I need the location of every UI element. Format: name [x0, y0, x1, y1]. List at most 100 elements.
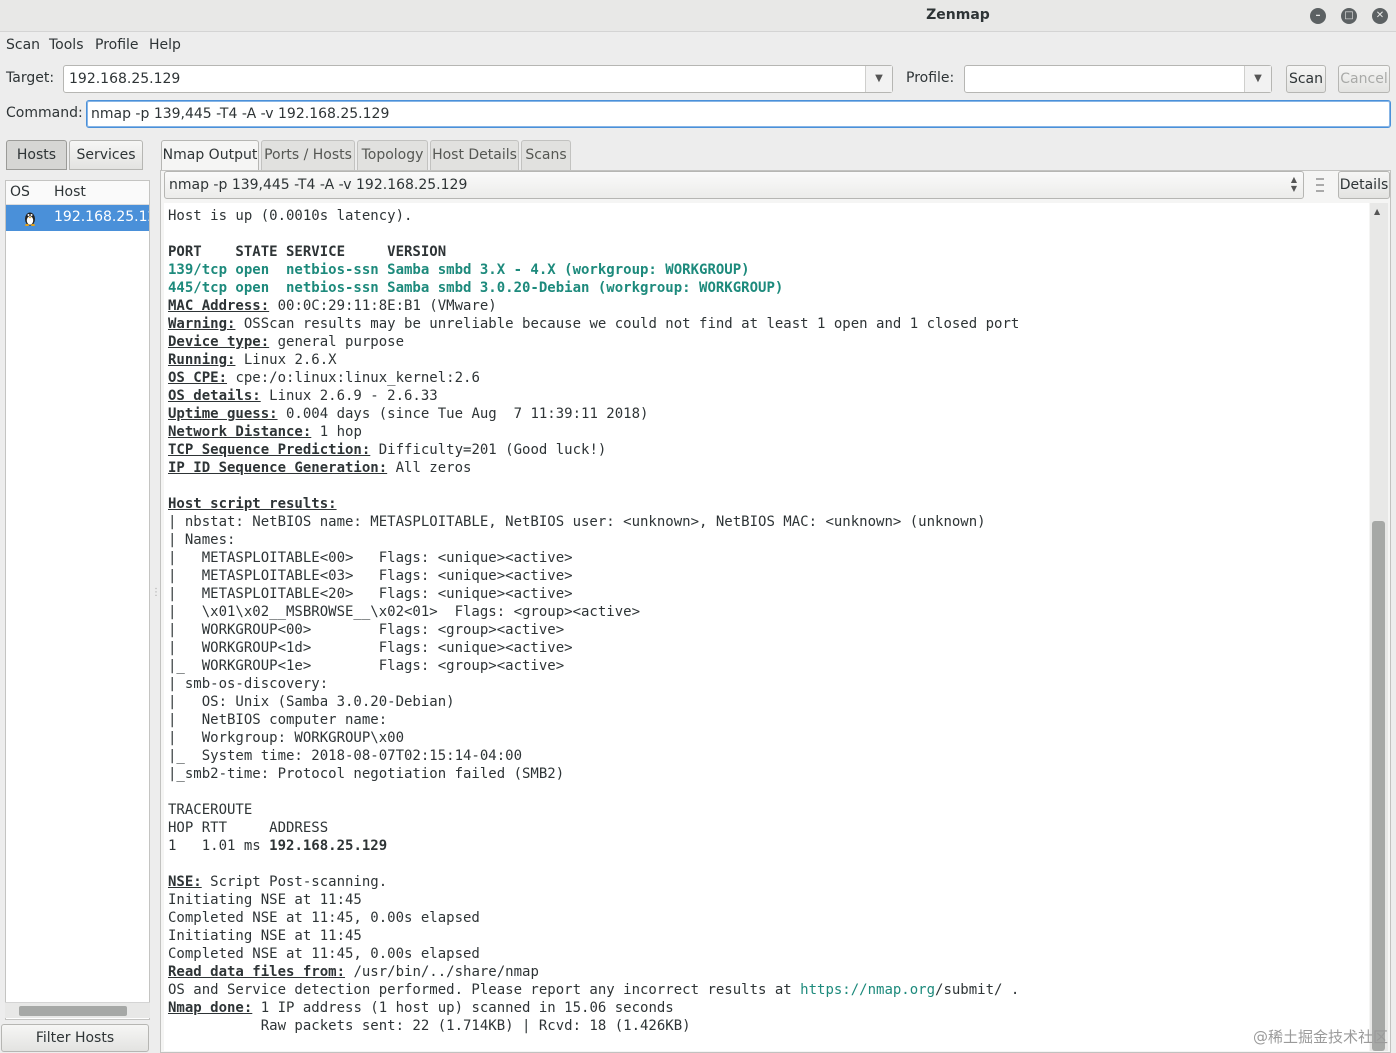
output-line: Nmap done: 1 IP address (1 host up) scan… — [168, 999, 1019, 1017]
scroll-up-icon[interactable]: ▲ — [1374, 207, 1380, 216]
output-line: 445/tcp open netbios-ssn Samba smbd 3.0.… — [168, 279, 1019, 297]
output-line: Raw packets sent: 22 (1.714KB) | Rcvd: 1… — [168, 1017, 1019, 1035]
output-text: | METASPLOITABLE<00> Flags: <unique><act… — [168, 550, 573, 566]
output-line: | nbstat: NetBIOS name: METASPLOITABLE, … — [168, 513, 1019, 531]
output-line: | Workgroup: WORKGROUP\x00 — [168, 729, 1019, 747]
output-line: | smb-os-discovery: — [168, 675, 1019, 693]
output-key: Warning: — [168, 316, 236, 332]
output-text: Initiating NSE at 11:45 — [168, 892, 362, 908]
scan-history-select[interactable]: nmap -p 139,445 -T4 -A -v 192.168.25.129… — [164, 171, 1304, 199]
output-text: | nbstat: NetBIOS name: METASPLOITABLE, … — [168, 514, 986, 530]
host-row[interactable]: 192.168.25.129 — [6, 205, 149, 231]
cancel-button[interactable]: Cancel — [1338, 65, 1390, 93]
column-host[interactable]: Host — [54, 184, 86, 200]
host-list: OS Host 192.168.25.129 — [5, 180, 150, 1020]
output-text: /usr/bin/../share/nmap — [345, 964, 539, 980]
host-ip: 192.168.25.129 — [54, 209, 149, 225]
target-value[interactable]: 192.168.25.129 — [69, 71, 180, 87]
filter-hosts-button[interactable]: Filter Hosts — [1, 1024, 149, 1052]
command-value[interactable]: nmap -p 139,445 -T4 -A -v 192.168.25.129 — [91, 106, 389, 122]
tab-topology[interactable]: Topology — [357, 140, 428, 170]
output-line: Completed NSE at 11:45, 0.00s elapsed — [168, 909, 1019, 927]
output-line: Completed NSE at 11:45, 0.00s elapsed — [168, 945, 1019, 963]
scan-button[interactable]: Scan — [1286, 65, 1326, 93]
output-key: IP ID Sequence Generation: — [168, 460, 388, 476]
output-text: Completed NSE at 11:45, 0.00s elapsed — [168, 946, 480, 962]
command-input[interactable]: nmap -p 139,445 -T4 -A -v 192.168.25.129 — [86, 100, 1391, 128]
output-line: | OS: Unix (Samba 3.0.20-Debian) — [168, 693, 1019, 711]
updown-arrows-icon[interactable]: ▲ ▼ — [1291, 175, 1297, 193]
output-line: | WORKGROUP<00> Flags: <group><active> — [168, 621, 1019, 639]
tab-nmap-output[interactable]: Nmap Output — [161, 140, 259, 171]
scrollbar-thumb[interactable] — [1372, 521, 1385, 1051]
output-key: Nmap done: — [168, 1000, 253, 1016]
output-line: OS and Service detection performed. Plea… — [168, 981, 1019, 999]
output-key: Device type: — [168, 334, 270, 350]
output-line: | METASPLOITABLE<03> Flags: <unique><act… — [168, 567, 1019, 585]
target-label: Target: — [6, 70, 55, 86]
host-list-hscrollbar[interactable] — [5, 1002, 150, 1018]
output-key: OS CPE: — [168, 370, 228, 386]
output-text: OS and Service detection performed. Plea… — [168, 982, 801, 998]
scan-history-value[interactable]: nmap -p 139,445 -T4 -A -v 192.168.25.129 — [169, 177, 467, 193]
output-line: IP ID Sequence Generation: All zeros — [168, 459, 1019, 477]
output-line: | METASPLOITABLE<20> Flags: <unique><act… — [168, 585, 1019, 603]
output-text: | METASPLOITABLE<03> Flags: <unique><act… — [168, 568, 573, 584]
output-line: | WORKGROUP<1d> Flags: <unique><active> — [168, 639, 1019, 657]
output-line: NSE: Script Post-scanning. — [168, 873, 1019, 891]
output-line: 139/tcp open netbios-ssn Samba smbd 3.X … — [168, 261, 1019, 279]
output-text: Difficulty=201 (Good luck!) — [370, 442, 607, 458]
tab-ports-hosts[interactable]: Ports / Hosts — [261, 140, 355, 170]
profile-combo[interactable]: ▼ — [964, 65, 1272, 93]
menu-profile[interactable]: Profile — [95, 37, 139, 53]
menu-help[interactable]: Help — [149, 37, 181, 53]
output-key: TCP Sequence Prediction: — [168, 442, 371, 458]
output-text: | smb-os-discovery: — [168, 676, 329, 692]
output-text: 1 hop — [311, 424, 362, 440]
output-line: | \x01\x02__MSBROWSE__\x02<01> Flags: <g… — [168, 603, 1019, 621]
output-line: Host script results: — [168, 495, 1019, 513]
output-line: Running: Linux 2.6.X — [168, 351, 1019, 369]
chevron-down-icon[interactable]: ▼ — [865, 66, 892, 92]
output-link[interactable]: https://nmap.org — [800, 982, 935, 998]
details-button[interactable]: Details — [1338, 171, 1390, 199]
maximize-icon[interactable]: □ — [1341, 8, 1357, 24]
output-text: Initiating NSE at 11:45 — [168, 928, 362, 944]
output-line: TRACEROUTE — [168, 801, 1019, 819]
nmap-output-text[interactable]: Host is up (0.0010s latency). PORT STATE … — [164, 203, 1369, 1051]
output-vscrollbar[interactable]: ▲ — [1370, 203, 1388, 1051]
output-key: Read data files from: — [168, 964, 346, 980]
output-text: TRACEROUTE — [168, 802, 253, 818]
chevron-down-icon[interactable]: ▼ — [1244, 66, 1271, 92]
output-text: 139/tcp open netbios-ssn Samba smbd 3.X … — [168, 262, 750, 278]
output-bold-text: 192.168.25.129 — [269, 838, 388, 854]
menu-scan[interactable]: Scan — [6, 37, 40, 53]
close-icon[interactable]: ✕ — [1372, 8, 1388, 24]
output-line: Uptime guess: 0.004 days (since Tue Aug … — [168, 405, 1019, 423]
column-os[interactable]: OS — [10, 184, 30, 200]
menu-tools[interactable]: Tools — [49, 37, 84, 53]
output-key: OS details: — [168, 388, 261, 404]
scrollbar-thumb[interactable] — [19, 1006, 127, 1016]
output-line: | NetBIOS computer name: — [168, 711, 1019, 729]
linux-penguin-icon — [25, 212, 35, 226]
command-label: Command: — [6, 105, 83, 121]
output-line: Warning: OSScan results may be unreliabl… — [168, 315, 1019, 333]
minimize-icon[interactable]: – — [1310, 8, 1326, 24]
output-text: 00:0C:29:11:8E:B1 (VMware) — [269, 298, 497, 314]
output-line: Device type: general purpose — [168, 333, 1019, 351]
output-text: Script Post-scanning. — [201, 874, 388, 890]
tab-services[interactable]: Services — [69, 140, 143, 170]
tab-host-details[interactable]: Host Details — [430, 140, 519, 170]
output-text: | METASPLOITABLE<20> Flags: <unique><act… — [168, 586, 573, 602]
output-text: All zeros — [387, 460, 472, 476]
output-line: |_smb2-time: Protocol negotiation failed… — [168, 765, 1019, 783]
tab-scans[interactable]: Scans — [521, 140, 571, 170]
watermark: @稀土掘金技术社区 — [1252, 1028, 1388, 1046]
tab-hosts[interactable]: Hosts — [6, 140, 67, 170]
target-combo[interactable]: 192.168.25.129 ▼ — [63, 65, 893, 93]
output-line: Read data files from: /usr/bin/../share/… — [168, 963, 1019, 981]
menu-bar: Scan Tools Profile Help — [0, 32, 1396, 60]
